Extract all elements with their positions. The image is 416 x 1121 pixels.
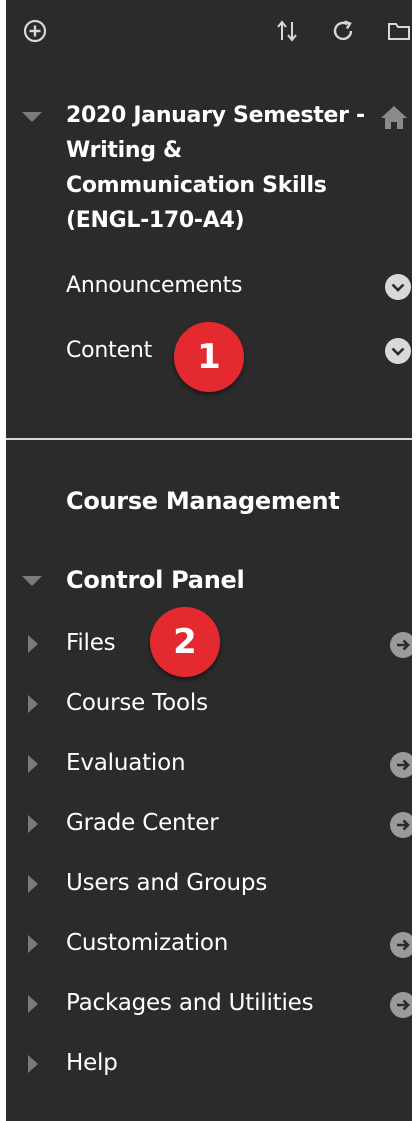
expand-triangle-icon[interactable]	[28, 875, 38, 893]
arrow-right-icon[interactable]	[390, 632, 412, 658]
annotation-badge: 1	[174, 322, 244, 392]
cp-item-files[interactable]: Files	[66, 630, 116, 656]
cp-item-course-tools[interactable]: Course Tools	[66, 690, 208, 716]
expand-triangle-icon[interactable]	[28, 755, 38, 773]
course-title-line: Communication Skills	[66, 173, 327, 198]
cp-item-evaluation[interactable]: Evaluation	[66, 750, 186, 776]
section-divider	[6, 438, 412, 440]
expand-triangle-icon[interactable]	[28, 935, 38, 953]
home-icon[interactable]	[379, 104, 409, 130]
course-title-line: 2020 January Semester -	[66, 103, 365, 128]
add-icon[interactable]	[22, 18, 48, 44]
menu-item-content[interactable]: Content	[66, 338, 152, 363]
refresh-icon[interactable]	[330, 18, 356, 44]
collapse-triangle-icon[interactable]	[22, 576, 42, 586]
cp-item-customization[interactable]: Customization	[66, 930, 228, 956]
collapse-triangle-icon[interactable]	[22, 112, 42, 122]
chevron-down-icon[interactable]	[385, 338, 411, 364]
course-management-title: Course Management	[66, 487, 340, 515]
course-title-line: (ENGL-170-A4)	[66, 208, 245, 233]
chevron-down-icon[interactable]	[385, 274, 411, 300]
arrow-right-icon[interactable]	[390, 932, 412, 958]
arrow-right-icon[interactable]	[390, 752, 412, 778]
expand-triangle-icon[interactable]	[28, 815, 38, 833]
sort-icon[interactable]	[274, 18, 300, 44]
course-menu-panel: 2020 January Semester - Writing & Commun…	[6, 0, 412, 1121]
course-title-line: Writing &	[66, 138, 182, 163]
cp-item-users-and-groups[interactable]: Users and Groups	[66, 870, 267, 896]
menu-item-announcements[interactable]: Announcements	[66, 273, 243, 298]
expand-triangle-icon[interactable]	[28, 635, 38, 653]
expand-triangle-icon[interactable]	[28, 995, 38, 1013]
control-panel-title[interactable]: Control Panel	[66, 566, 245, 594]
cp-item-help[interactable]: Help	[66, 1050, 118, 1076]
arrow-right-icon[interactable]	[390, 812, 412, 838]
expand-triangle-icon[interactable]	[28, 695, 38, 713]
arrow-right-icon[interactable]	[390, 992, 412, 1018]
cp-item-packages-and-utilities[interactable]: Packages and Utilities	[66, 990, 314, 1016]
expand-triangle-icon[interactable]	[28, 1055, 38, 1073]
menu-toolbar	[6, 0, 412, 64]
folder-icon[interactable]	[386, 18, 412, 44]
course-title[interactable]: 2020 January Semester - Writing & Commun…	[66, 98, 386, 238]
annotation-badge: 2	[150, 607, 220, 677]
cp-item-grade-center[interactable]: Grade Center	[66, 810, 219, 836]
